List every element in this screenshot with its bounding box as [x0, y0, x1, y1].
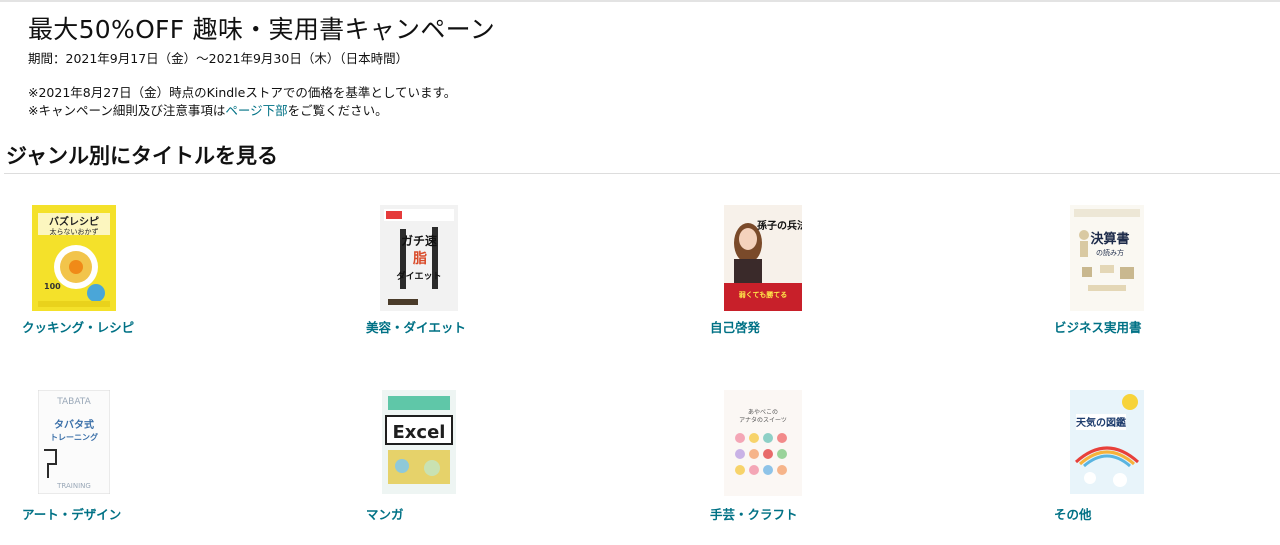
cover-subtitle-cooking: 太らないおかず — [50, 227, 99, 236]
cover-title-art-design: タバタ式 — [54, 418, 94, 431]
genre-label-others[interactable]: その他 — [1054, 504, 1144, 523]
cover-title-manga: Excel — [393, 422, 446, 443]
book-cover-self-help[interactable]: 孫子の兵法 弱くても勝てる — [724, 205, 802, 311]
book-cover-manga[interactable]: Excel — [382, 390, 456, 494]
genre-label-art-design[interactable]: アート・デザイン — [22, 504, 121, 523]
book-cover-cooking[interactable]: バズレシピ 太らないおかず 100 — [32, 205, 116, 311]
genre-label-crafts[interactable]: 手芸・クラフト — [710, 504, 802, 523]
cover-subtitle-beauty-diet: ダイエット — [397, 270, 442, 282]
cover-subtitle-crafts: アナタのスイーツ — [739, 416, 787, 424]
cover-subtitle-business: の読み方 — [1096, 248, 1124, 257]
genre-label-self-help[interactable]: 自己啓発 — [710, 317, 802, 336]
genre-tile-manga[interactable]: Excel マンガ — [366, 390, 456, 523]
genre-tile-art-design[interactable]: TABATA タバタ式 トレーニング TRAINING アート・デザイン — [22, 390, 121, 523]
genre-grid: バズレシピ 太らないおかず 100 クッキング・レシピ ガチ速 脂 ダイエット … — [0, 0, 1280, 545]
book-cover-others[interactable]: 天気の図鑑 — [1070, 390, 1144, 494]
cover-title-business: 決算書 — [1090, 231, 1129, 247]
genre-label-beauty-diet[interactable]: 美容・ダイエット — [366, 317, 466, 336]
svg-text:TABATA: TABATA — [56, 397, 91, 407]
cover-title-beauty-diet: ガチ速 — [401, 233, 437, 248]
cover-title-self-help: 孫子の兵法 — [757, 219, 802, 232]
book-cover-beauty-diet[interactable]: ガチ速 脂 ダイエット — [380, 205, 458, 311]
cover-number-cooking: 100 — [44, 282, 61, 291]
genre-label-cooking[interactable]: クッキング・レシピ — [22, 317, 134, 336]
genre-tile-crafts[interactable]: あやべこの アナタのスイーツ 手芸・クラフト — [710, 390, 802, 523]
genre-label-manga[interactable]: マンガ — [366, 504, 456, 523]
cover-subtitle-art-design: トレーニング — [50, 432, 98, 442]
genre-label-business[interactable]: ビジネス実用書 — [1054, 317, 1144, 336]
genre-tile-self-help[interactable]: 孫子の兵法 弱くても勝てる 自己啓発 — [710, 205, 802, 336]
genre-tile-beauty-diet[interactable]: ガチ速 脂 ダイエット 美容・ダイエット — [366, 205, 466, 336]
book-cover-art-design[interactable]: TABATA タバタ式 トレーニング TRAINING — [38, 390, 110, 494]
genre-tile-others[interactable]: 天気の図鑑 その他 — [1054, 390, 1144, 523]
book-cover-business[interactable]: 決算書 の読み方 — [1070, 205, 1144, 311]
cover-title-others: 天気の図鑑 — [1076, 416, 1126, 429]
cover-footer-art-design: TRAINING — [56, 482, 91, 490]
cover-band-self-help: 弱くても勝てる — [739, 290, 787, 299]
cover-title-crafts: あやべこの — [748, 408, 778, 416]
cover-mid-beauty-diet: 脂 — [412, 250, 427, 267]
genre-tile-business[interactable]: 決算書 の読み方 ビジネス実用書 — [1054, 205, 1144, 336]
book-cover-crafts[interactable]: あやべこの アナタのスイーツ — [724, 390, 802, 496]
cover-title-cooking: バズレシピ — [49, 215, 99, 228]
genre-tile-cooking[interactable]: バズレシピ 太らないおかず 100 クッキング・レシピ — [22, 205, 134, 336]
